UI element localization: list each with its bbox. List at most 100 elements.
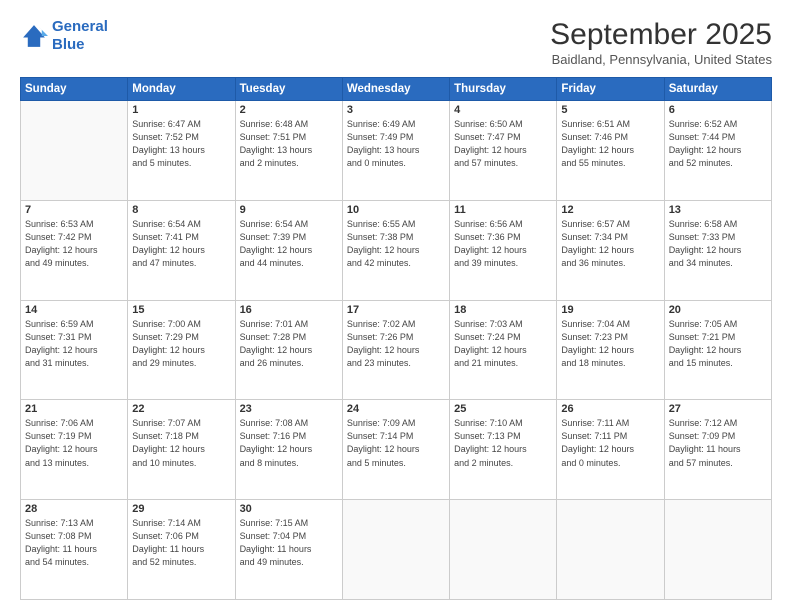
day-number: 14: [25, 304, 123, 316]
calendar-cell: 29 Sunrise: 7:14 AMSunset: 7:06 PMDayligh…: [128, 500, 235, 600]
calendar-cell: [450, 500, 557, 600]
day-info: Sunrise: 6:50 AMSunset: 7:47 PMDaylight:…: [454, 118, 552, 170]
day-info: Sunrise: 7:01 AMSunset: 7:28 PMDaylight:…: [240, 318, 338, 370]
col-header-sunday: Sunday: [21, 78, 128, 101]
calendar-cell: 19 Sunrise: 7:04 AMSunset: 7:23 PMDayligh…: [557, 300, 664, 400]
col-header-friday: Friday: [557, 78, 664, 101]
sub-title: Baidland, Pennsylvania, United States: [550, 52, 772, 67]
day-info: Sunrise: 7:11 AMSunset: 7:11 PMDaylight:…: [561, 417, 659, 469]
day-number: 22: [132, 403, 230, 415]
day-number: 19: [561, 304, 659, 316]
day-info: Sunrise: 6:53 AMSunset: 7:42 PMDaylight:…: [25, 218, 123, 270]
day-info: Sunrise: 7:07 AMSunset: 7:18 PMDaylight:…: [132, 417, 230, 469]
calendar-cell: 6 Sunrise: 6:52 AMSunset: 7:44 PMDaylight…: [664, 101, 771, 201]
col-header-saturday: Saturday: [664, 78, 771, 101]
day-number: 21: [25, 403, 123, 415]
calendar-cell: 13 Sunrise: 6:58 AMSunset: 7:33 PMDayligh…: [664, 200, 771, 300]
calendar-cell: 11Sunrise: 6:56 AMSunset: 7:36 PMDayligh…: [450, 200, 557, 300]
calendar-cell: [21, 101, 128, 201]
day-number: 1: [132, 104, 230, 116]
day-number: 8: [132, 204, 230, 216]
day-number: 30: [240, 503, 338, 515]
day-info: Sunrise: 7:03 AMSunset: 7:24 PMDaylight:…: [454, 318, 552, 370]
calendar-cell: 20Sunrise: 7:05 AMSunset: 7:21 PMDayligh…: [664, 300, 771, 400]
calendar-cell: 7 Sunrise: 6:53 AMSunset: 7:42 PMDaylight…: [21, 200, 128, 300]
calendar-cell: 1Sunrise: 6:47 AMSunset: 7:52 PMDaylight…: [128, 101, 235, 201]
day-number: 23: [240, 403, 338, 415]
logo-text: General Blue: [52, 18, 108, 54]
calendar-cell: [342, 500, 449, 600]
day-info: Sunrise: 7:08 AMSunset: 7:16 PMDaylight:…: [240, 417, 338, 469]
calendar-cell: 10 Sunrise: 6:55 AMSunset: 7:38 PMDayligh…: [342, 200, 449, 300]
day-info: Sunrise: 7:12 AMSunset: 7:09 PMDaylight:…: [669, 417, 767, 469]
calendar-cell: 24 Sunrise: 7:09 AMSunset: 7:14 PMDayligh…: [342, 400, 449, 500]
day-number: 20: [669, 304, 767, 316]
calendar-cell: 30 Sunrise: 7:15 AMSunset: 7:04 PMDayligh…: [235, 500, 342, 600]
day-info: Sunrise: 6:48 AMSunset: 7:51 PMDaylight:…: [240, 118, 338, 170]
day-info: Sunrise: 7:10 AMSunset: 7:13 PMDaylight:…: [454, 417, 552, 469]
day-number: 25: [454, 403, 552, 415]
col-header-monday: Monday: [128, 78, 235, 101]
calendar-cell: 27 Sunrise: 7:12 AMSunset: 7:09 PMDayligh…: [664, 400, 771, 500]
calendar-cell: 22 Sunrise: 7:07 AMSunset: 7:18 PMDayligh…: [128, 400, 235, 500]
day-number: 10: [347, 204, 445, 216]
calendar-table: SundayMondayTuesdayWednesdayThursdayFrid…: [20, 77, 772, 600]
calendar-cell: [664, 500, 771, 600]
day-number: 6: [669, 104, 767, 116]
day-number: 26: [561, 403, 659, 415]
calendar-cell: 3 Sunrise: 6:49 AMSunset: 7:49 PMDaylight…: [342, 101, 449, 201]
day-number: 16: [240, 304, 338, 316]
day-number: 13: [669, 204, 767, 216]
header: General Blue September 2025 Baidland, Pe…: [20, 18, 772, 67]
day-number: 15: [132, 304, 230, 316]
calendar-cell: 25 Sunrise: 7:10 AMSunset: 7:13 PMDayligh…: [450, 400, 557, 500]
calendar-cell: 2 Sunrise: 6:48 AMSunset: 7:51 PMDaylight…: [235, 101, 342, 201]
day-number: 24: [347, 403, 445, 415]
day-info: Sunrise: 6:49 AMSunset: 7:49 PMDaylight:…: [347, 118, 445, 170]
day-info: Sunrise: 6:52 AMSunset: 7:44 PMDaylight:…: [669, 118, 767, 170]
calendar-cell: 21Sunrise: 7:06 AMSunset: 7:19 PMDayligh…: [21, 400, 128, 500]
title-block: September 2025 Baidland, Pennsylvania, U…: [550, 18, 772, 67]
day-number: 3: [347, 104, 445, 116]
day-info: Sunrise: 6:54 AMSunset: 7:39 PMDaylight:…: [240, 218, 338, 270]
calendar-cell: 8 Sunrise: 6:54 AMSunset: 7:41 PMDaylight…: [128, 200, 235, 300]
day-info: Sunrise: 6:55 AMSunset: 7:38 PMDaylight:…: [347, 218, 445, 270]
calendar-cell: 18 Sunrise: 7:03 AMSunset: 7:24 PMDayligh…: [450, 300, 557, 400]
day-info: Sunrise: 7:02 AMSunset: 7:26 PMDaylight:…: [347, 318, 445, 370]
day-info: Sunrise: 7:09 AMSunset: 7:14 PMDaylight:…: [347, 417, 445, 469]
day-number: 11: [454, 204, 552, 216]
col-header-thursday: Thursday: [450, 78, 557, 101]
col-header-wednesday: Wednesday: [342, 78, 449, 101]
day-info: Sunrise: 7:14 AMSunset: 7:06 PMDaylight:…: [132, 517, 230, 569]
day-info: Sunrise: 6:54 AMSunset: 7:41 PMDaylight:…: [132, 218, 230, 270]
calendar-cell: 9 Sunrise: 6:54 AMSunset: 7:39 PMDaylight…: [235, 200, 342, 300]
day-info: Sunrise: 6:51 AMSunset: 7:46 PMDaylight:…: [561, 118, 659, 170]
day-number: 9: [240, 204, 338, 216]
page: General Blue September 2025 Baidland, Pe…: [0, 0, 792, 612]
day-number: 2: [240, 104, 338, 116]
calendar-cell: 28 Sunrise: 7:13 AMSunset: 7:08 PMDayligh…: [21, 500, 128, 600]
day-info: Sunrise: 6:57 AMSunset: 7:34 PMDaylight:…: [561, 218, 659, 270]
day-info: Sunrise: 6:59 AMSunset: 7:31 PMDaylight:…: [25, 318, 123, 370]
day-number: 27: [669, 403, 767, 415]
day-number: 4: [454, 104, 552, 116]
day-number: 17: [347, 304, 445, 316]
day-number: 7: [25, 204, 123, 216]
day-info: Sunrise: 7:13 AMSunset: 7:08 PMDaylight:…: [25, 517, 123, 569]
day-info: Sunrise: 7:00 AMSunset: 7:29 PMDaylight:…: [132, 318, 230, 370]
calendar-cell: 15 Sunrise: 7:00 AMSunset: 7:29 PMDayligh…: [128, 300, 235, 400]
calendar-cell: 14 Sunrise: 6:59 AMSunset: 7:31 PMDayligh…: [21, 300, 128, 400]
day-number: 18: [454, 304, 552, 316]
day-number: 29: [132, 503, 230, 515]
calendar-cell: 5Sunrise: 6:51 AMSunset: 7:46 PMDaylight…: [557, 101, 664, 201]
logo-icon: [20, 22, 48, 50]
day-info: Sunrise: 7:15 AMSunset: 7:04 PMDaylight:…: [240, 517, 338, 569]
day-info: Sunrise: 6:58 AMSunset: 7:33 PMDaylight:…: [669, 218, 767, 270]
day-number: 28: [25, 503, 123, 515]
calendar-cell: 16 Sunrise: 7:01 AMSunset: 7:28 PMDayligh…: [235, 300, 342, 400]
day-info: Sunrise: 7:04 AMSunset: 7:23 PMDaylight:…: [561, 318, 659, 370]
calendar-cell: 17 Sunrise: 7:02 AMSunset: 7:26 PMDayligh…: [342, 300, 449, 400]
main-title: September 2025: [550, 18, 772, 52]
day-number: 12: [561, 204, 659, 216]
logo: General Blue: [20, 18, 108, 54]
